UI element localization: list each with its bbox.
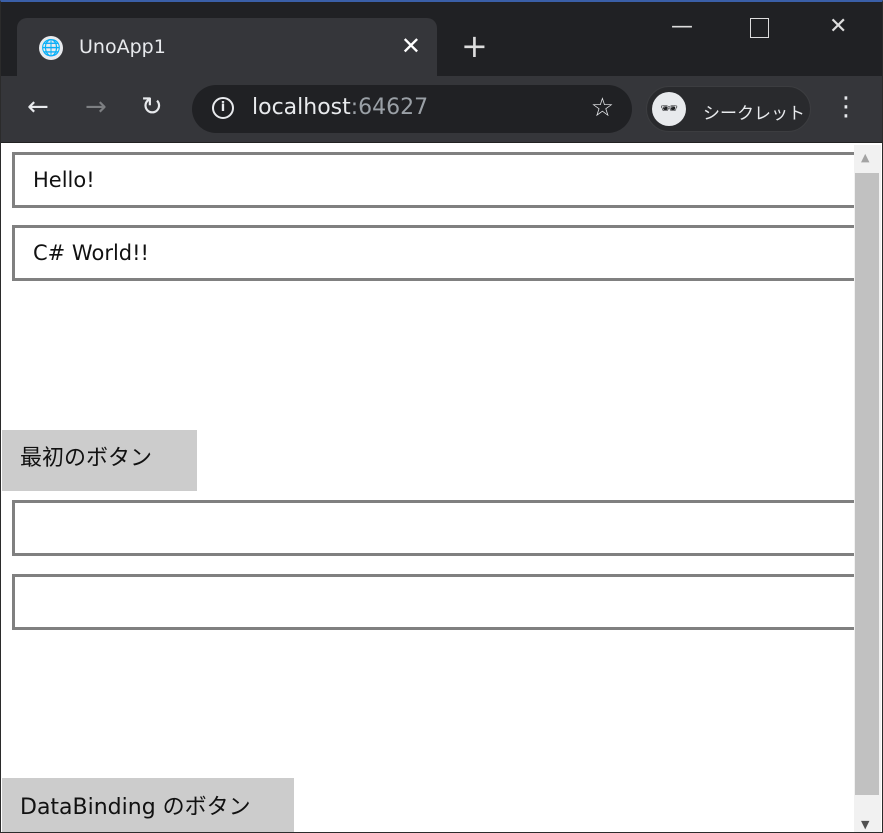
info-icon[interactable]: i <box>212 97 234 119</box>
tab-unoapp1[interactable]: 🌐 UnoApp1 ✕ <box>17 18 437 76</box>
databinding-button[interactable]: DataBinding のボタン <box>2 778 294 832</box>
more-menu-icon[interactable]: ⋮ <box>833 92 859 122</box>
scroll-up-arrow-icon[interactable]: ▲ <box>861 151 869 164</box>
incognito-icon: 🕶 <box>652 92 686 126</box>
toolbar: ← → ↻ i localhost:64627 ☆ 🕶 シークレット ⋮ <box>1 76 882 142</box>
scroll-down-arrow-icon[interactable]: ▼ <box>861 818 869 831</box>
forward-icon[interactable]: → <box>85 92 107 122</box>
bookmark-star-icon[interactable]: ☆ <box>591 93 614 123</box>
url-port: :64627 <box>350 95 429 120</box>
textbox-3[interactable] <box>12 500 854 556</box>
page-content: Hello! C# World!! 最初のボタン DataBinding のボタ… <box>1 142 882 832</box>
reload-icon[interactable]: ↻ <box>141 92 163 122</box>
url-host: localhost <box>252 95 351 120</box>
textbox-2[interactable]: C# World!! <box>12 225 854 281</box>
first-button[interactable]: 最初のボタン <box>2 430 197 491</box>
vertical-scrollbar[interactable]: ▲ ▼ <box>854 145 881 832</box>
close-tab-icon[interactable]: ✕ <box>401 32 421 60</box>
address-bar[interactable]: i localhost:64627 ☆ <box>192 85 632 133</box>
maximize-button[interactable] <box>750 18 769 38</box>
incognito-button[interactable]: 🕶 シークレット <box>646 86 811 132</box>
minimize-button[interactable]: — <box>671 14 693 39</box>
scrollbar-thumb[interactable] <box>855 173 879 795</box>
back-icon[interactable]: ← <box>27 92 49 122</box>
new-tab-button[interactable]: + <box>461 28 488 64</box>
globe-icon: 🌐 <box>39 36 63 60</box>
url-text[interactable]: localhost:64627 <box>252 95 428 120</box>
title-bar: 🌐 UnoApp1 ✕ + — ✕ <box>1 2 882 76</box>
window-close-button[interactable]: ✕ <box>829 14 847 39</box>
tab-title: UnoApp1 <box>79 36 166 58</box>
incognito-label: シークレット <box>703 104 805 124</box>
textbox-4[interactable] <box>12 574 854 630</box>
browser-window: 🌐 UnoApp1 ✕ + — ✕ ← → ↻ i localhost:6462… <box>0 0 883 833</box>
textbox-1[interactable]: Hello! <box>12 152 854 208</box>
